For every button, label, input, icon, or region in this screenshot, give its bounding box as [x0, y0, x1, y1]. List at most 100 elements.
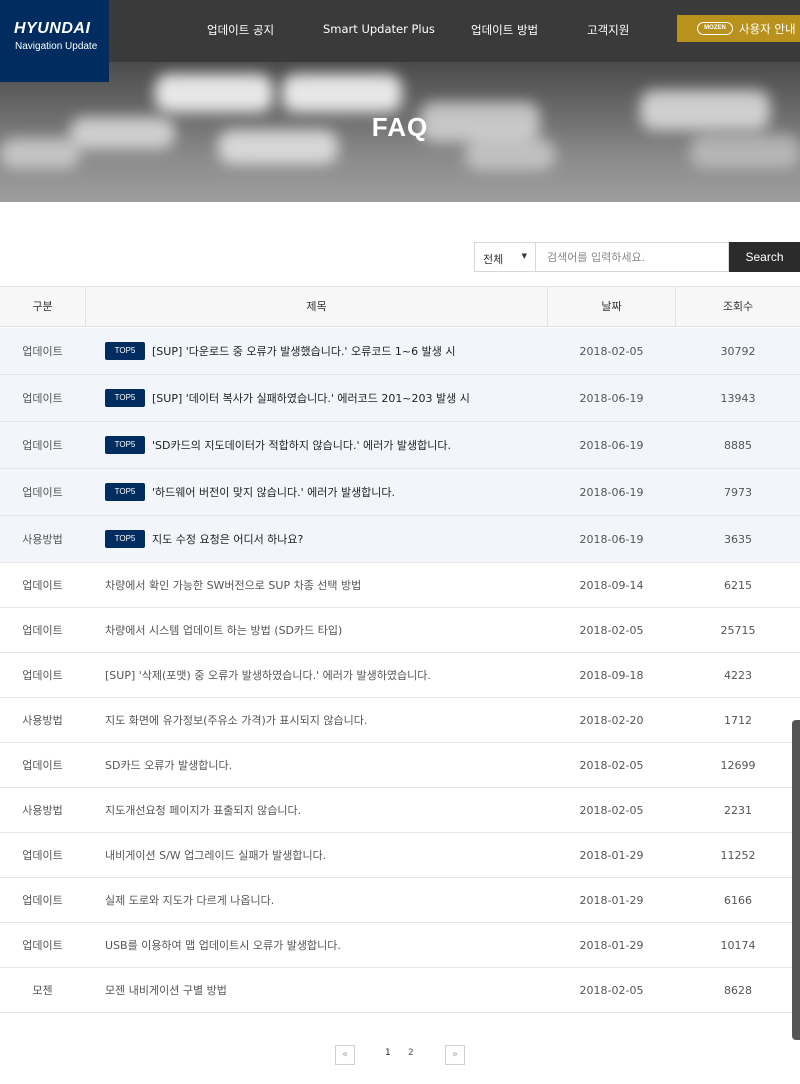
scrollbar-thumb[interactable] — [792, 720, 800, 1040]
row-category: 업데이트 — [22, 759, 63, 772]
nav-update-method[interactable]: 업데이트 방법 — [471, 22, 538, 38]
table-row[interactable]: 업데이트 실제 도로와 지도가 다르게 나옵니다. 2018-01-29 6166 — [0, 878, 800, 923]
top-header: 업데이트 공지 Smart Updater Plus 업데이트 방법 고객지원 … — [0, 0, 800, 62]
row-date: 2018-06-19 — [579, 391, 644, 405]
nav-update-notice[interactable]: 업데이트 공지 — [207, 22, 274, 38]
row-title[interactable]: TOP5 'SD카드의 지도데이터가 적합하지 않습니다.' 에러가 발생합니다. — [105, 422, 545, 468]
logo-subtitle: Navigation Update — [15, 41, 98, 52]
row-title[interactable]: 지도개선요청 페이지가 표출되지 않습니다. — [105, 788, 545, 832]
pagination-prev-button[interactable]: « — [335, 1045, 355, 1065]
row-title[interactable]: USB를 이용하여 맵 업데이트시 오류가 발생합니다. — [105, 923, 545, 967]
row-views: 25715 — [720, 623, 756, 637]
column-header-views: 조회수 — [722, 300, 754, 313]
row-category: 업데이트 — [22, 669, 63, 682]
row-title-text[interactable]: 지도 화면에 유가정보(주유소 가격)가 표시되지 않습니다. — [105, 712, 367, 728]
row-title-text[interactable]: 'SD카드의 지도데이터가 적합하지 않습니다.' 에러가 발생합니다. — [152, 437, 451, 453]
row-title-text[interactable]: [SUP] '삭제(포맷) 중 오류가 발생하였습니다.' 에러가 발생하였습니… — [105, 667, 431, 683]
row-date: 2018-01-29 — [579, 893, 644, 907]
table-row[interactable]: 업데이트 차량에서 시스템 업데이트 하는 방법 (SD카드 타입) 2018-02… — [0, 608, 800, 653]
row-category: 사용방법 — [22, 714, 63, 727]
table-row[interactable]: 업데이트 TOP5 'SD카드의 지도데이터가 적합하지 않습니다.' 에러가 발생… — [0, 422, 800, 469]
table-row[interactable]: 업데이트 차량에서 확인 가능한 SW버전으로 SUP 차종 선택 방법 2018-… — [0, 563, 800, 608]
nav-smart-updater-plus[interactable]: Smart Updater Plus — [323, 22, 435, 36]
row-title-text[interactable]: 차량에서 시스템 업데이트 하는 방법 (SD카드 타입) — [105, 622, 342, 638]
row-title[interactable]: TOP5 [SUP] '데이터 복사가 실패하였습니다.' 에러코드 201~20… — [105, 375, 545, 421]
nav-customer-support[interactable]: 고객지원 — [587, 22, 629, 38]
table-row[interactable]: 업데이트 내비게이션 S/W 업그레이드 실패가 발생합니다. 2018-01-29… — [0, 833, 800, 878]
row-title[interactable]: SD카드 오류가 발생합니다. — [105, 743, 545, 787]
column-header-category: 구분 — [32, 300, 53, 313]
search-input[interactable] — [536, 242, 729, 272]
row-title-text[interactable]: USB를 이용하여 맵 업데이트시 오류가 발생합니다. — [105, 937, 341, 953]
row-views: 8885 — [724, 438, 752, 452]
row-title-text[interactable]: 지도 수정 요청은 어디서 하나요? — [152, 531, 303, 547]
table-row[interactable]: 모젠 모젠 내비게이션 구별 방법 2018-02-05 8628 — [0, 968, 800, 1013]
table-row[interactable]: 업데이트 TOP5 '하드웨어 버전이 맞지 않습니다.' 에러가 발생합니다. 20… — [0, 469, 800, 516]
table-header: 구분 제목 날짜 조회수 — [0, 286, 800, 327]
pagination-page-1[interactable]: 1 — [385, 1048, 391, 1058]
row-title-text[interactable]: '하드웨어 버전이 맞지 않습니다.' 에러가 발생합니다. — [152, 484, 395, 500]
pagination-page-2[interactable]: 2 — [408, 1048, 414, 1058]
row-views: 8628 — [724, 983, 752, 997]
row-date: 2018-02-05 — [579, 623, 644, 637]
table-row[interactable]: 사용방법 지도개선요청 페이지가 표출되지 않습니다. 2018-02-05 2231 — [0, 788, 800, 833]
row-title[interactable]: TOP5 '하드웨어 버전이 맞지 않습니다.' 에러가 발생합니다. — [105, 469, 545, 515]
row-title-text[interactable]: [SUP] '데이터 복사가 실패하였습니다.' 에러코드 201~203 발생… — [152, 390, 470, 406]
row-title[interactable]: 실제 도로와 지도가 다르게 나옵니다. — [105, 878, 545, 922]
row-views: 11252 — [720, 848, 756, 862]
row-title-text[interactable]: 지도개선요청 페이지가 표출되지 않습니다. — [105, 802, 301, 818]
row-views: 12699 — [720, 758, 756, 772]
row-category: 업데이트 — [22, 849, 63, 862]
row-date: 2018-09-18 — [579, 668, 644, 682]
search-category-select[interactable]: 전체 ▼ — [474, 242, 536, 272]
row-views: 1712 — [724, 713, 752, 727]
row-title-text[interactable]: 모젠 내비게이션 구별 방법 — [105, 982, 227, 998]
row-title[interactable]: 지도 화면에 유가정보(주유소 가격)가 표시되지 않습니다. — [105, 698, 545, 742]
table-row[interactable]: 업데이트 USB를 이용하여 맵 업데이트시 오류가 발생합니다. 2018-01-… — [0, 923, 800, 968]
row-title-text[interactable]: [SUP] '다운로드 중 오류가 발생했습니다.' 오류코드 1~6 발생 시 — [152, 343, 456, 359]
table-row[interactable]: 업데이트 TOP5 [SUP] '데이터 복사가 실패하였습니다.' 에러코드 20… — [0, 375, 800, 422]
row-category: 업데이트 — [22, 894, 63, 907]
row-views: 7973 — [724, 485, 752, 499]
row-views: 2231 — [724, 803, 752, 817]
table-row[interactable]: 사용방법 TOP5 지도 수정 요청은 어디서 하나요? 2018-06-19 3635 — [0, 516, 800, 563]
row-category: 모젠 — [32, 984, 53, 997]
hyundai-logo[interactable]: HYUNDAI Navigation Update — [0, 0, 109, 82]
row-title-text[interactable]: 내비게이션 S/W 업그레이드 실패가 발생합니다. — [105, 847, 326, 863]
top5-badge: TOP5 — [105, 342, 145, 360]
row-date: 2018-06-19 — [579, 438, 644, 452]
table-row[interactable]: 업데이트 [SUP] '삭제(포맷) 중 오류가 발생하였습니다.' 에러가 발생… — [0, 653, 800, 698]
row-title[interactable]: TOP5 [SUP] '다운로드 중 오류가 발생했습니다.' 오류코드 1~6 … — [105, 328, 545, 374]
top5-badge: TOP5 — [105, 483, 145, 501]
search-button[interactable]: Search — [729, 242, 800, 272]
row-title-text[interactable]: 실제 도로와 지도가 다르게 나옵니다. — [105, 892, 274, 908]
hero-banner: FAQ — [0, 62, 800, 202]
row-category: 업데이트 — [22, 439, 63, 452]
row-title[interactable]: 내비게이션 S/W 업그레이드 실패가 발생합니다. — [105, 833, 545, 877]
pagination-next-button[interactable]: » — [445, 1045, 465, 1065]
logo-wordmark: HYUNDAI — [14, 20, 91, 37]
user-guide-button[interactable]: MOZEN 사용자 안내 — [677, 15, 800, 42]
row-views: 6215 — [724, 578, 752, 592]
row-date: 2018-06-19 — [579, 485, 644, 499]
table-row[interactable]: 업데이트 TOP5 [SUP] '다운로드 중 오류가 발생했습니다.' 오류코드 … — [0, 328, 800, 375]
row-date: 2018-01-29 — [579, 938, 644, 952]
row-title[interactable]: 차량에서 확인 가능한 SW버전으로 SUP 차종 선택 방법 — [105, 563, 545, 607]
table-row[interactable]: 사용방법 지도 화면에 유가정보(주유소 가격)가 표시되지 않습니다. 2018-… — [0, 698, 800, 743]
row-views: 3635 — [724, 532, 752, 546]
row-date: 2018-09-14 — [579, 578, 644, 592]
row-category: 사용방법 — [22, 533, 63, 546]
row-title[interactable]: 차량에서 시스템 업데이트 하는 방법 (SD카드 타입) — [105, 608, 545, 652]
row-title-text[interactable]: 차량에서 확인 가능한 SW버전으로 SUP 차종 선택 방법 — [105, 577, 361, 593]
row-title[interactable]: 모젠 내비게이션 구별 방법 — [105, 968, 545, 1012]
row-category: 업데이트 — [22, 392, 63, 405]
row-category: 사용방법 — [22, 804, 63, 817]
row-title[interactable]: TOP5 지도 수정 요청은 어디서 하나요? — [105, 516, 545, 562]
top5-badge: TOP5 — [105, 436, 145, 454]
row-title[interactable]: [SUP] '삭제(포맷) 중 오류가 발생하였습니다.' 에러가 발생하였습니… — [105, 653, 545, 697]
row-date: 2018-02-05 — [579, 758, 644, 772]
row-title-text[interactable]: SD카드 오류가 발생합니다. — [105, 757, 232, 773]
table-row[interactable]: 업데이트 SD카드 오류가 발생합니다. 2018-02-05 12699 — [0, 743, 800, 788]
chevron-down-icon: ▼ — [521, 252, 527, 260]
page-title: FAQ — [371, 112, 429, 142]
